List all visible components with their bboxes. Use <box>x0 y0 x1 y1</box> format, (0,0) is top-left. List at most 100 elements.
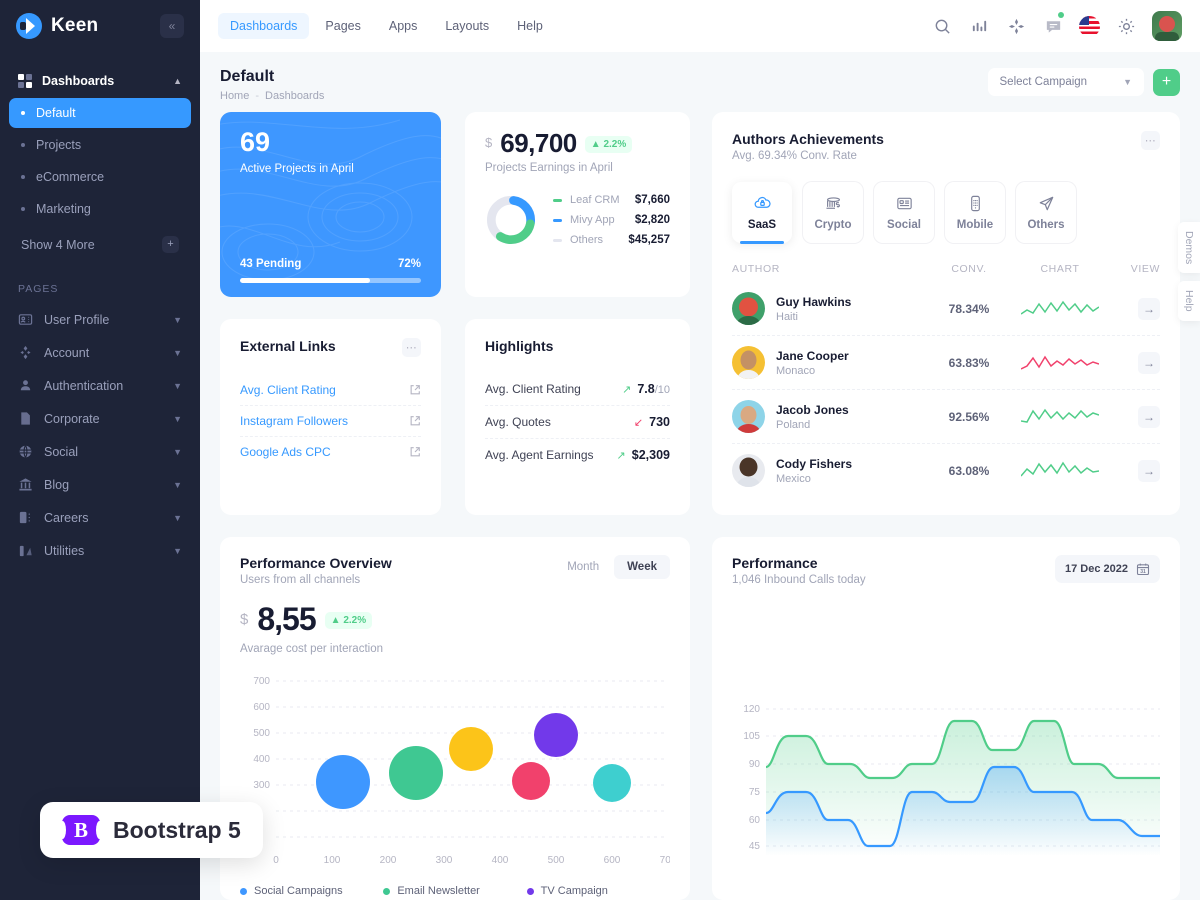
performance-card: Performance 1,046 Inbound Calls today 17… <box>712 537 1180 900</box>
toggle-week[interactable]: Week <box>614 555 670 579</box>
toggle-month[interactable]: Month <box>554 555 612 579</box>
select-campaign-dropdown[interactable]: Select Campaign ▼ <box>987 68 1144 96</box>
document-icon <box>18 411 33 426</box>
avatar <box>732 454 765 487</box>
sparkline-chart <box>1010 298 1110 320</box>
app-root: Keen « Dashboards ▲ Default Projects eCo… <box>0 0 1200 900</box>
view-row-button[interactable]: → <box>1138 405 1160 428</box>
external-link-icon <box>409 415 421 427</box>
sidebar-item-careers[interactable]: Careers ▼ <box>0 501 200 534</box>
sidebar-item-label: Account <box>44 345 90 360</box>
active-projects-subtitle: Active Projects in April <box>240 163 354 175</box>
svg-text:300: 300 <box>253 780 270 791</box>
tab-layouts[interactable]: Layouts <box>433 13 501 39</box>
edge-tab-demos[interactable]: Demos <box>1178 222 1200 274</box>
avatar[interactable] <box>1152 11 1182 41</box>
view-row-button[interactable]: → <box>1138 351 1160 374</box>
tab-crypto[interactable]: Crypto <box>803 182 863 243</box>
more-options-icon[interactable]: ⋯ <box>1141 131 1160 150</box>
sparkle-icon[interactable] <box>1005 15 1027 37</box>
flag-us-icon[interactable] <box>1079 15 1100 37</box>
sidebar-item-dashboards[interactable]: Dashboards ▲ <box>0 66 200 96</box>
svg-text:200: 200 <box>380 855 397 866</box>
date-label: 17 Dec 2022 <box>1065 563 1128 575</box>
table-row: Guy Hawkins Haiti 78.34% → <box>732 282 1160 336</box>
tab-social[interactable]: Social <box>874 182 934 243</box>
sidebar-item-label: Utilities <box>44 543 85 558</box>
tab-dashboards[interactable]: Dashboards <box>218 13 310 39</box>
author-name: Guy Hawkins <box>776 294 852 309</box>
sidebar-item-user-profile[interactable]: User Profile ▼ <box>0 303 200 336</box>
sidebar-item-projects[interactable]: Projects <box>9 130 191 160</box>
sidebar-item-account[interactable]: Account ▼ <box>0 336 200 369</box>
breadcrumb-dashboards: Dashboards <box>265 90 325 102</box>
donut-chart <box>486 196 536 245</box>
svg-text:500: 500 <box>253 728 270 739</box>
theme-sun-icon[interactable] <box>1115 15 1137 37</box>
card-subtitle: Users from all channels <box>240 574 361 586</box>
view-row-button[interactable]: → <box>1138 459 1160 482</box>
sidebar-item-marketing[interactable]: Marketing <box>9 194 191 224</box>
list-item[interactable]: Avg. Client Rating <box>240 375 421 406</box>
sidebar-item-default[interactable]: Default <box>9 98 191 128</box>
tab-apps[interactable]: Apps <box>377 13 430 39</box>
bootstrap-badge-label: Bootstrap 5 <box>113 816 241 843</box>
date-picker[interactable]: 17 Dec 2022 31 <box>1055 555 1160 583</box>
highlight-value: 730 <box>649 415 670 429</box>
progress-bar <box>240 278 421 283</box>
tab-others[interactable]: Others <box>1016 182 1076 243</box>
sidebar-item-utilities[interactable]: Utilities ▼ <box>0 534 200 567</box>
list-item[interactable]: Google Ads CPC <box>240 437 421 467</box>
sidebar-item-authentication[interactable]: Authentication ▼ <box>0 369 200 402</box>
tab-label: Crypto <box>814 219 852 231</box>
list-item[interactable]: Instagram Followers <box>240 406 421 437</box>
svg-text:60: 60 <box>749 815 761 826</box>
svg-text:120: 120 <box>743 704 760 715</box>
performance-delta-badge: ▲ 2.2% <box>324 612 373 629</box>
legend-label: Leaf CRM <box>570 194 620 207</box>
sidebar-item-label: Careers <box>44 510 89 525</box>
currency-symbol: $ <box>240 611 249 628</box>
right-column: Authors Achievements Avg. 69.34% Conv. R… <box>712 112 1180 900</box>
chat-icon[interactable] <box>1042 12 1064 37</box>
sidebar-item-blog[interactable]: Blog ▼ <box>0 468 200 501</box>
sidebar-item-social[interactable]: Social ▼ <box>0 435 200 468</box>
legend-swatch <box>553 219 562 222</box>
tab-pages[interactable]: Pages <box>313 13 372 39</box>
view-row-button[interactable]: → <box>1138 297 1160 320</box>
sidebar-collapse-button[interactable]: « <box>160 14 184 38</box>
external-link-icon <box>409 384 421 396</box>
trend-up-icon: ↗ <box>616 449 626 462</box>
sidebar-item-corporate[interactable]: Corporate ▼ <box>0 402 200 435</box>
avatar <box>732 292 765 325</box>
bubble-chart-svg: 700 600 500 400 300 0 100 200 300 400 500 600 70… <box>253 676 676 866</box>
bubble-tv-campaign <box>534 713 578 757</box>
tab-saas[interactable]: SaaS <box>732 182 792 244</box>
bootstrap-badge[interactable]: B Bootstrap 5 <box>40 802 263 858</box>
sparkline-chart <box>1010 352 1110 374</box>
performance-overview-card: Performance Overview Users from all chan… <box>220 537 690 900</box>
trend-down-icon: ↙ <box>633 416 644 429</box>
tab-help[interactable]: Help <box>505 13 555 39</box>
search-icon[interactable] <box>931 15 953 37</box>
breadcrumb-home[interactable]: Home <box>220 90 249 102</box>
brand-link[interactable]: Keen <box>16 13 98 39</box>
diamond-icon <box>18 345 33 360</box>
more-options-icon[interactable]: ⋯ <box>402 338 421 357</box>
tab-label: Social <box>887 219 921 231</box>
sidebar-show-more[interactable]: Show 4 More + <box>9 228 191 261</box>
chevron-down-icon: ▼ <box>173 512 182 523</box>
legend-item: Social Campaigns <box>240 885 383 897</box>
bar-tools-icon <box>18 543 33 558</box>
card-title: Performance <box>732 555 818 571</box>
edge-tab-help[interactable]: Help <box>1178 281 1200 321</box>
sidebar-item-ecommerce[interactable]: eCommerce <box>9 162 191 192</box>
legend-swatch <box>240 887 247 895</box>
left-column: 69 Active Projects in April 43 Pending 7… <box>220 112 690 900</box>
tab-mobile[interactable]: Mobile <box>945 182 1005 243</box>
sidebar-item-label: Blog <box>44 477 70 492</box>
trend-up-icon: ↗ <box>622 383 632 396</box>
author-country: Haiti <box>776 310 799 323</box>
add-button[interactable]: + <box>1153 68 1180 96</box>
chart-bars-icon[interactable] <box>968 15 990 37</box>
